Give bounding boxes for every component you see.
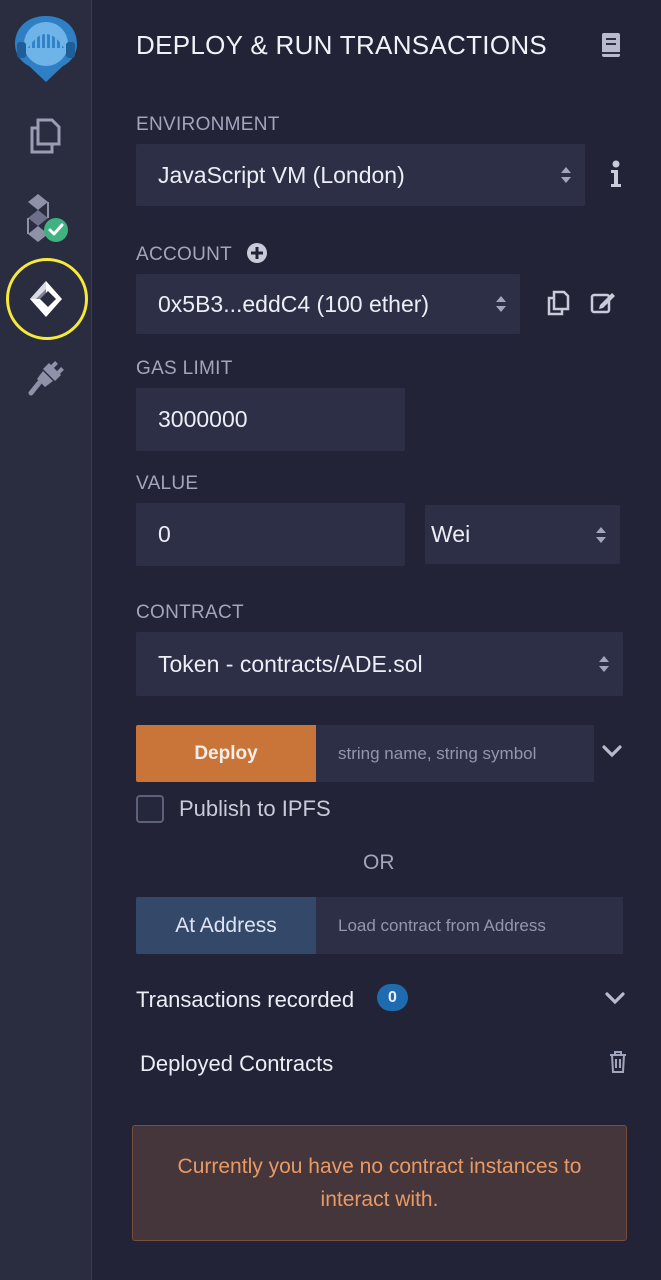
no-instances-notice: Currently you have no contract instances… (132, 1125, 627, 1241)
icon-panel (0, 0, 92, 1280)
value-unit: Wei (431, 521, 471, 547)
remix-ide: DEPLOY & RUN TRANSACTIONS ENVIRONMENT Ja… (0, 0, 661, 1280)
plugin-manager-icon[interactable] (0, 350, 92, 406)
book-icon[interactable] (600, 32, 622, 63)
account-value: 0x5B3...eddC4 (100 ether) (158, 290, 430, 317)
remix-logo-icon[interactable] (0, 8, 92, 86)
publish-ipfs-label: Publish to IPFS (179, 796, 331, 821)
environment-label: ENVIRONMENT (136, 114, 280, 135)
deployed-contracts-label: Deployed Contracts (140, 1051, 334, 1076)
expand-transactions-icon[interactable] (605, 991, 625, 1010)
contract-select[interactable]: Token - contracts/ADE.sol (136, 632, 623, 696)
account-label: ACCOUNT (136, 244, 233, 265)
info-icon[interactable] (610, 160, 622, 193)
contract-label: CONTRACT (136, 602, 244, 623)
no-instances-message: Currently you have no contract instances… (177, 1155, 582, 1211)
transactions-count-badge: 0 (377, 984, 408, 1011)
panel-title: DEPLOY & RUN TRANSACTIONS (136, 30, 548, 60)
contract-value: Token - contracts/ADE.sol (158, 650, 423, 677)
trash-icon[interactable] (608, 1050, 628, 1079)
environment-select[interactable]: JavaScript VM (London) (136, 144, 585, 206)
edit-icon[interactable] (590, 290, 616, 319)
account-select[interactable]: 0x5B3...eddC4 (100 ether) (136, 274, 520, 334)
gas-limit-input[interactable]: 3000000 (136, 388, 405, 451)
file-explorer-icon[interactable] (0, 108, 92, 164)
add-account-icon[interactable] (246, 242, 268, 269)
copy-icon[interactable] (546, 290, 570, 321)
publish-ipfs-checkbox[interactable] (136, 795, 164, 823)
constructor-args-input[interactable]: string name, string symbol (316, 725, 594, 782)
select-caret-icon (596, 526, 606, 543)
value-unit-select[interactable]: Wei (425, 505, 620, 564)
select-caret-icon (496, 296, 506, 312)
at-address-input[interactable]: Load contract from Address (316, 897, 623, 954)
deploy-run-panel: DEPLOY & RUN TRANSACTIONS ENVIRONMENT Ja… (92, 0, 661, 1280)
deploy-run-icon[interactable] (0, 264, 92, 334)
or-divider: OR (363, 851, 395, 874)
transactions-recorded-label[interactable]: Transactions recorded (136, 987, 354, 1013)
at-address-button[interactable]: At Address (136, 897, 316, 954)
solidity-compiler-icon[interactable] (0, 188, 92, 252)
value-input[interactable]: 0 (136, 503, 405, 566)
expand-args-icon[interactable] (602, 744, 622, 763)
value-label: VALUE (136, 473, 199, 494)
select-caret-icon (561, 167, 571, 183)
gas-limit-label: GAS LIMIT (136, 358, 233, 379)
environment-value: JavaScript VM (London) (158, 161, 405, 188)
deploy-button[interactable]: Deploy (136, 725, 316, 782)
select-caret-icon (599, 656, 609, 672)
